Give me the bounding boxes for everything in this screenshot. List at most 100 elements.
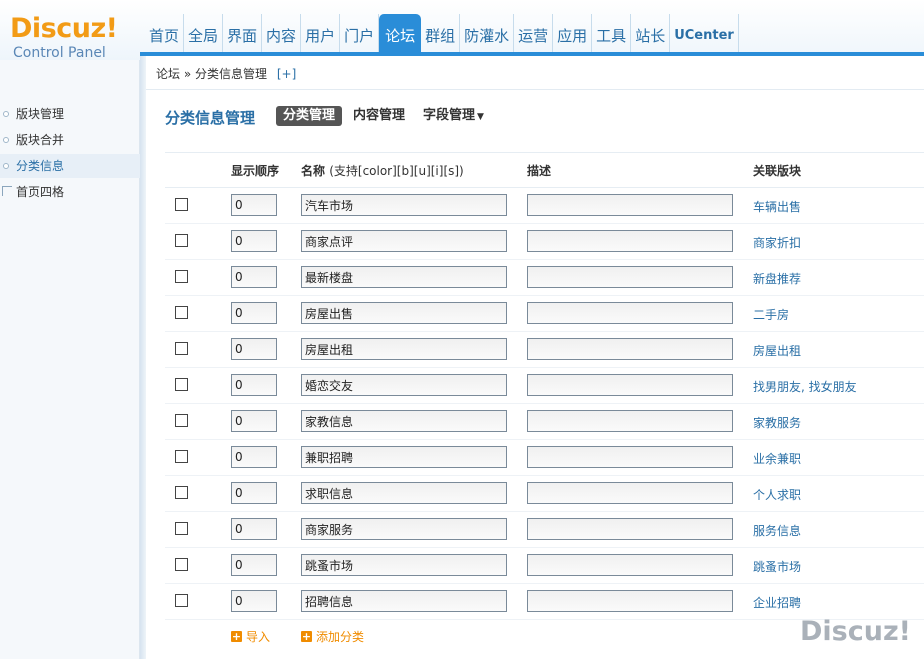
related-forum-link[interactable]: 车辆出售 <box>753 198 801 215</box>
description-input[interactable] <box>527 554 733 576</box>
category-name-input[interactable] <box>301 338 507 360</box>
related-forum-link[interactable]: 企业招聘 <box>753 594 801 611</box>
nav-tab-1[interactable]: 全局 <box>184 14 224 54</box>
nav-tab-4[interactable]: 用户 <box>301 14 341 54</box>
sidebar-item-0[interactable]: 版块管理 <box>0 102 140 126</box>
row-checkbox[interactable] <box>175 378 188 391</box>
description-input[interactable] <box>527 410 733 432</box>
row-checkbox[interactable] <box>175 270 188 283</box>
sub-tab-label: 内容管理 <box>353 108 406 123</box>
row-checkbox[interactable] <box>175 234 188 247</box>
related-forum-link[interactable]: 二手房 <box>753 306 789 323</box>
category-name-input[interactable] <box>301 482 507 504</box>
import-button[interactable]: + 导入 <box>231 628 270 645</box>
sub-tab-label: 分类管理 <box>283 108 336 123</box>
category-name-input[interactable] <box>301 374 507 396</box>
category-name-input[interactable] <box>301 446 507 468</box>
display-order-input[interactable] <box>231 230 277 252</box>
nav-tab-12[interactable]: 站长 <box>631 14 671 54</box>
category-name-input[interactable] <box>301 410 507 432</box>
row-checkbox[interactable] <box>175 486 188 499</box>
nav-tab-11[interactable]: 工具 <box>592 14 632 54</box>
nav-tab-5[interactable]: 门户 <box>340 14 380 54</box>
sub-tab-2[interactable]: 字段管理 ▼ <box>416 106 491 126</box>
nav-tab-8[interactable]: 防灌水 <box>460 14 515 54</box>
nav-tab-13[interactable]: UCenter <box>670 14 739 54</box>
row-checkbox[interactable] <box>175 594 188 607</box>
nav-tab-0[interactable]: 首页 <box>145 14 185 54</box>
add-category-button[interactable]: + 添加分类 <box>301 628 364 645</box>
display-order-input[interactable] <box>231 518 277 540</box>
table-row: 服务信息 <box>165 512 924 548</box>
display-order-input[interactable] <box>231 302 277 324</box>
related-forum-link[interactable]: 房屋出租 <box>753 342 801 359</box>
display-order-input[interactable] <box>231 446 277 468</box>
category-name-input[interactable] <box>301 302 507 324</box>
plus-icon: + <box>231 630 242 643</box>
related-forum-link[interactable]: 找男朋友, 找女朋友 <box>753 378 857 395</box>
table-row: 跳蚤市场 <box>165 548 924 584</box>
description-input[interactable] <box>527 230 733 252</box>
related-forum-link[interactable]: 个人求职 <box>753 486 801 503</box>
row-checkbox[interactable] <box>175 414 188 427</box>
display-order-input[interactable] <box>231 590 277 612</box>
related-forum-link[interactable]: 家教服务 <box>753 414 801 431</box>
description-input[interactable] <box>527 374 733 396</box>
nav-tab-9[interactable]: 运营 <box>514 14 554 54</box>
bullet-icon <box>3 137 9 143</box>
description-input[interactable] <box>527 338 733 360</box>
row-checkbox[interactable] <box>175 450 188 463</box>
description-input[interactable] <box>527 590 733 612</box>
row-checkbox[interactable] <box>175 342 188 355</box>
description-input[interactable] <box>527 446 733 468</box>
sub-tab-1[interactable]: 内容管理 <box>346 106 412 126</box>
category-name-input[interactable] <box>301 554 507 576</box>
display-order-input[interactable] <box>231 482 277 504</box>
description-input[interactable] <box>527 194 733 216</box>
related-forum-link[interactable]: 商家折扣 <box>753 234 801 251</box>
nav-tab-6[interactable]: 论坛 <box>379 14 422 54</box>
display-order-input[interactable] <box>231 554 277 576</box>
category-name-input[interactable] <box>301 518 507 540</box>
description-input[interactable] <box>527 482 733 504</box>
category-name-input[interactable] <box>301 590 507 612</box>
sidebar-item-label: 版块合并 <box>16 133 65 147</box>
sidebar-item-3[interactable]: 首页四格 <box>0 180 140 204</box>
related-forum-link[interactable]: 新盘推荐 <box>753 270 801 287</box>
nav-tab-10[interactable]: 应用 <box>553 14 593 54</box>
row-checkbox[interactable] <box>175 198 188 211</box>
add-category-label: 添加分类 <box>316 630 365 644</box>
category-name-input[interactable] <box>301 266 507 288</box>
display-order-input[interactable] <box>231 410 277 432</box>
table-row: 找男朋友, 找女朋友 <box>165 368 924 404</box>
display-order-input[interactable] <box>231 194 277 216</box>
discuz-logo[interactable]: Discuz! Control Panel <box>10 14 118 62</box>
related-forum-link[interactable]: 服务信息 <box>753 522 801 539</box>
breadcrumb-root[interactable]: 论坛 <box>156 67 180 81</box>
sub-tab-label: 字段管理 <box>423 108 476 123</box>
row-checkbox[interactable] <box>175 558 188 571</box>
category-name-input[interactable] <box>301 194 507 216</box>
description-input[interactable] <box>527 266 733 288</box>
description-input[interactable] <box>527 302 733 324</box>
display-order-input[interactable] <box>231 374 277 396</box>
nav-tab-7[interactable]: 群组 <box>421 14 461 54</box>
display-order-input[interactable] <box>231 338 277 360</box>
related-forum-link[interactable]: 业余兼职 <box>753 450 801 467</box>
sidebar-item-2[interactable]: 分类信息 <box>0 154 140 178</box>
table-header: 显示顺序 名称 (支持[color][b][u][i][s]) 描述 关联版块 <box>165 152 924 188</box>
nav-tab-3[interactable]: 内容 <box>262 14 302 54</box>
row-checkbox[interactable] <box>175 522 188 535</box>
table-row: 商家折扣 <box>165 224 924 260</box>
add-to-favorites-button[interactable]: [+] <box>277 67 296 81</box>
nav-tab-2[interactable]: 界面 <box>223 14 263 54</box>
table-row: 新盘推荐 <box>165 260 924 296</box>
row-checkbox[interactable] <box>175 306 188 319</box>
related-forum-link[interactable]: 跳蚤市场 <box>753 558 801 575</box>
display-order-input[interactable] <box>231 266 277 288</box>
sub-tab-0[interactable]: 分类管理 <box>276 106 343 126</box>
category-name-input[interactable] <box>301 230 507 252</box>
sidebar-item-1[interactable]: 版块合并 <box>0 128 140 152</box>
breadcrumb-separator: » <box>183 67 192 81</box>
description-input[interactable] <box>527 518 733 540</box>
